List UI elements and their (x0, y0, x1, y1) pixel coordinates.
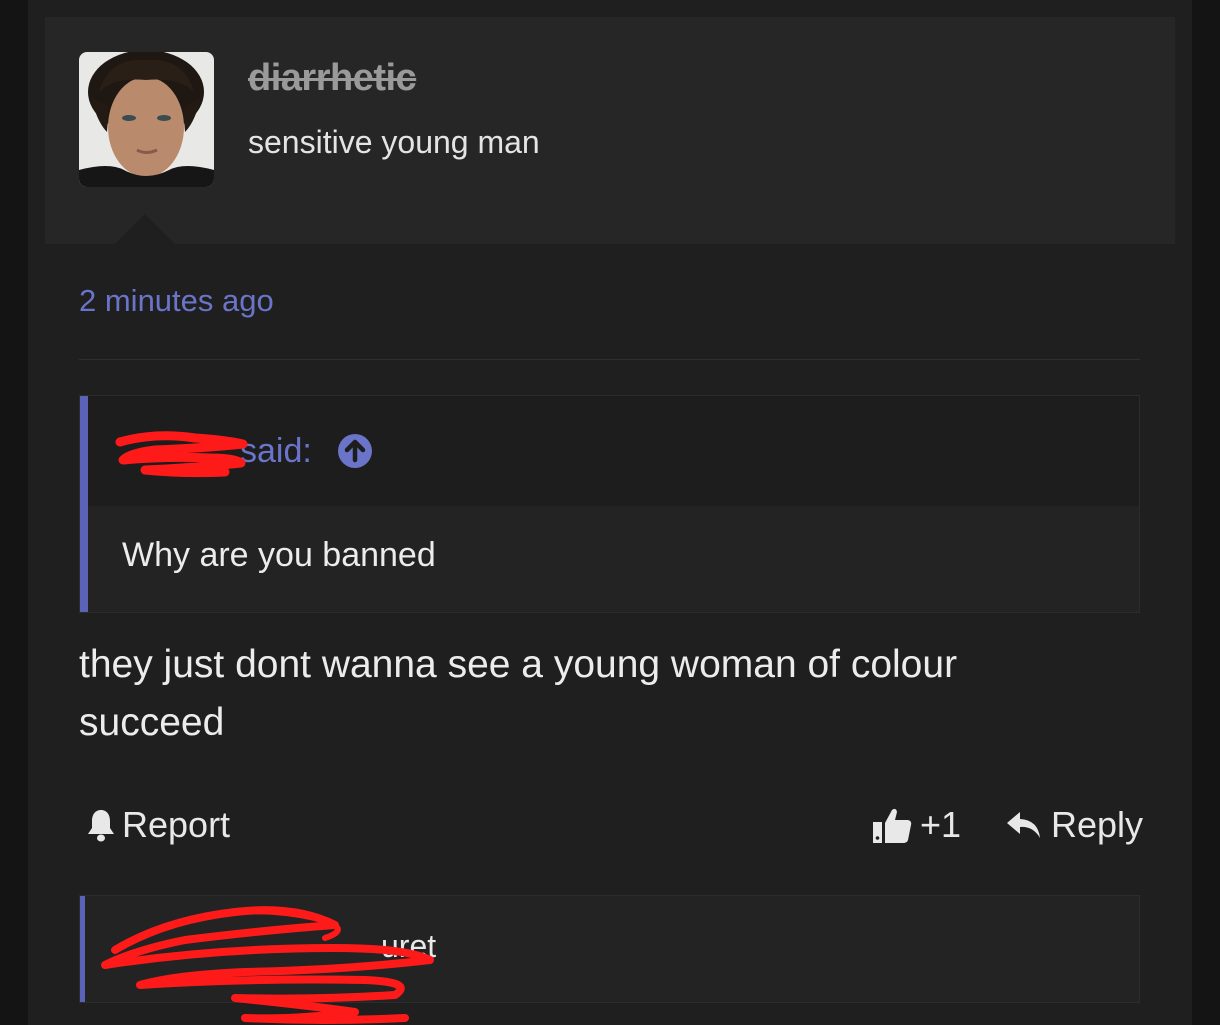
quote-author[interactable]: said: (128, 432, 312, 471)
avatar-portrait (79, 52, 214, 187)
post-message: they just dont wanna see a young woman o… (79, 643, 958, 744)
quote-body: Why are you banned (122, 536, 436, 574)
report-label: Report (122, 804, 231, 845)
timestamp[interactable]: 2 minutes ago (79, 283, 274, 319)
next-quote-author[interactable]: uret (116, 928, 436, 965)
reply-label: Reply (1051, 804, 1144, 845)
quote-header: said: (88, 396, 1139, 506)
next-quote-block: uret (79, 895, 1140, 1003)
reply-button[interactable]: Reply (1005, 804, 1143, 846)
next-quote-partial-text: uret (381, 928, 437, 964)
quote-accent-bar (80, 396, 88, 612)
like-count: +1 (920, 804, 962, 845)
like-button[interactable]: +1 (872, 804, 961, 846)
avatar[interactable] (79, 52, 214, 187)
divider (79, 359, 1140, 360)
user-info-block: diarrhetic sensitive young man (45, 17, 1175, 244)
quote-accent-bar (80, 896, 85, 1002)
bell-icon (88, 810, 114, 842)
user-title: sensitive young man (248, 124, 540, 160)
quote-block: said: Why are you banned (79, 395, 1140, 613)
username[interactable]: diarrhetic (248, 57, 417, 100)
quote-said-label: said: (240, 432, 312, 470)
thumbs-up-icon (873, 808, 912, 843)
reply-arrow-icon (1007, 812, 1040, 838)
arrow-up-circle-icon[interactable] (338, 434, 372, 468)
report-button[interactable]: Report (86, 804, 230, 846)
user-block-pointer (115, 214, 175, 244)
